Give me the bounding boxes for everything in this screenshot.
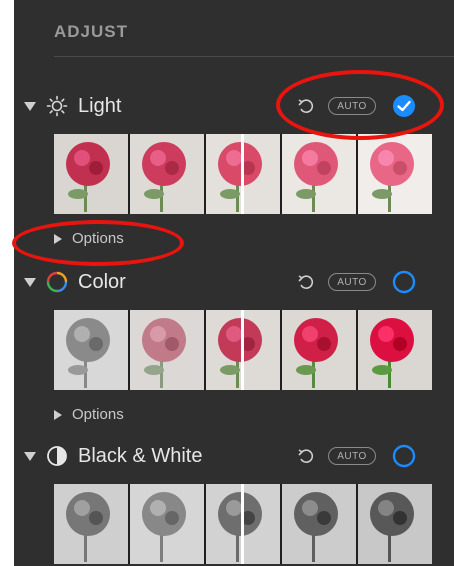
auto-button[interactable]: AUTO bbox=[328, 273, 376, 291]
thumbnail[interactable] bbox=[358, 484, 432, 564]
options-label: Options bbox=[72, 406, 124, 423]
thumbnail[interactable] bbox=[54, 484, 128, 564]
thumbnail[interactable] bbox=[206, 310, 280, 390]
adjust-panel: ADJUST Light AUTO Options Color AUTO Opt… bbox=[14, 0, 454, 566]
enabled-check-icon[interactable] bbox=[392, 94, 416, 118]
thumbnail[interactable] bbox=[130, 310, 204, 390]
auto-button[interactable]: AUTO bbox=[328, 97, 376, 115]
expand-triangle-icon bbox=[54, 233, 62, 244]
auto-button[interactable]: AUTO bbox=[328, 447, 376, 465]
thumbnail[interactable] bbox=[54, 310, 128, 390]
section-title: Color bbox=[78, 270, 126, 293]
reset-icon[interactable] bbox=[296, 446, 316, 466]
sun-icon bbox=[46, 95, 68, 117]
thumbnail[interactable] bbox=[282, 310, 356, 390]
options-label: Options bbox=[72, 230, 124, 247]
thumbnail[interactable] bbox=[206, 134, 280, 214]
half-circle-icon bbox=[47, 446, 67, 466]
thumbnail[interactable] bbox=[130, 484, 204, 564]
thumbnail[interactable] bbox=[358, 134, 432, 214]
reset-icon[interactable] bbox=[296, 96, 316, 116]
options-toggle[interactable]: Options bbox=[54, 230, 124, 247]
color-thumbnail-strip[interactable] bbox=[54, 310, 432, 390]
reset-icon[interactable] bbox=[296, 272, 316, 292]
expand-triangle-icon bbox=[54, 409, 62, 420]
panel-header: ADJUST bbox=[54, 22, 129, 41]
thumbnail[interactable] bbox=[282, 134, 356, 214]
section-title: Light bbox=[78, 94, 122, 117]
black-white-thumbnail-strip[interactable] bbox=[54, 484, 432, 564]
section-color-header[interactable]: Color AUTO bbox=[14, 266, 454, 298]
section-light-header[interactable]: Light AUTO bbox=[14, 90, 454, 122]
options-toggle[interactable]: Options bbox=[54, 406, 124, 423]
thumbnail[interactable] bbox=[282, 484, 356, 564]
enable-toggle-icon[interactable] bbox=[392, 270, 416, 294]
enable-toggle-icon[interactable] bbox=[392, 444, 416, 468]
light-thumbnail-strip[interactable] bbox=[54, 134, 432, 214]
thumbnail[interactable] bbox=[206, 484, 280, 564]
header-divider bbox=[54, 56, 454, 57]
thumbnail[interactable] bbox=[54, 134, 128, 214]
thumbnail[interactable] bbox=[130, 134, 204, 214]
collapse-triangle-icon[interactable] bbox=[24, 277, 36, 287]
color-wheel-icon bbox=[46, 271, 68, 293]
collapse-triangle-icon[interactable] bbox=[24, 451, 36, 461]
section-black-white-header[interactable]: Black & White AUTO bbox=[14, 440, 454, 472]
collapse-triangle-icon[interactable] bbox=[24, 101, 36, 111]
thumbnail[interactable] bbox=[358, 310, 432, 390]
section-title: Black & White bbox=[78, 444, 203, 467]
